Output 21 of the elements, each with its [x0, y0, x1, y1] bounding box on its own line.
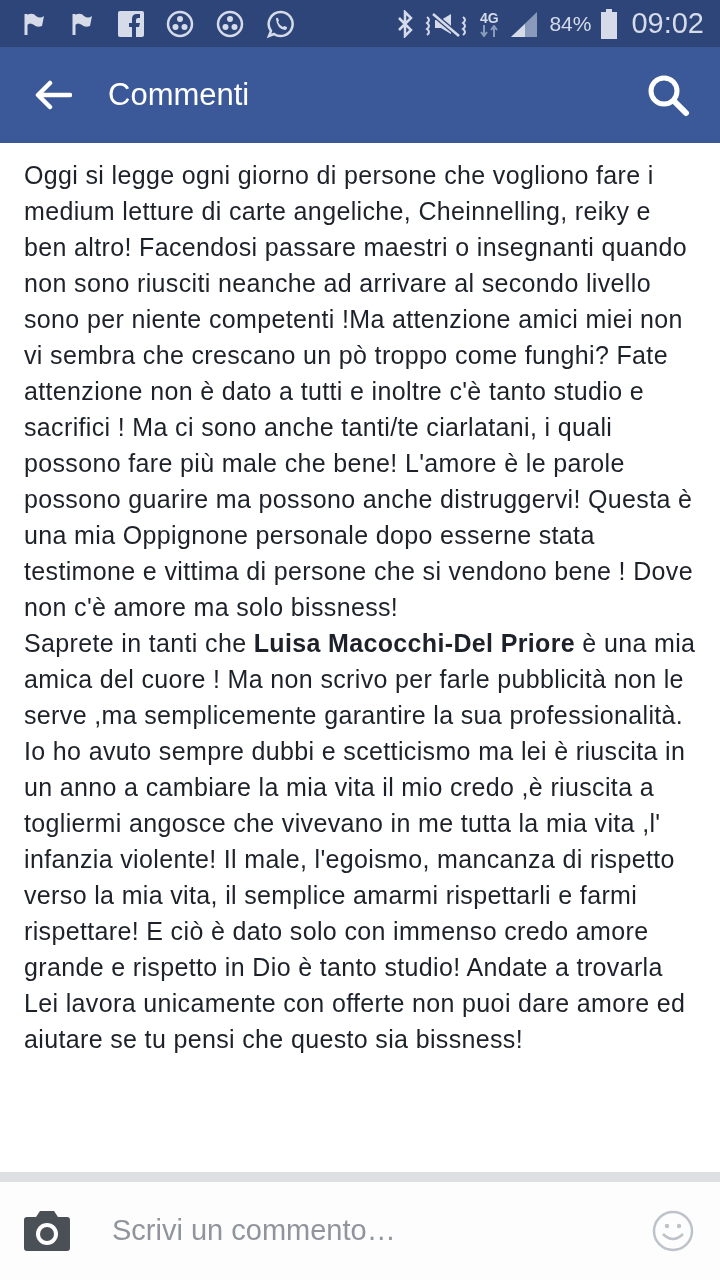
battery-percent-text: 84% — [549, 10, 592, 37]
clock-text: 09:02 — [631, 5, 704, 41]
back-button[interactable] — [34, 80, 72, 110]
camera-button[interactable] — [22, 1210, 72, 1252]
comment-text: Saprete in tanti che Luisa Macocchi-Del Priore è una mia amica del cuore ! Ma non scrivo per farle pubblicità non le serve ,ma semplicemente garantire la sua professionalità. Io ho avuto sempre dubbi e scetticismo ma lei è riuscita in un anno a cambiare la mia vita il mio credo ,è riuscita a togliermi angosce che vivevano in me tutta la mia vita ,l' infanzia violente! Il male, l'egoismo, mancanza di rispetto verso la mia vita, il semplice amarmi rispettarli e farmi rispettare! E ciò è dato solo con immenso credo amore grande e rispetto in Dio è tanto studio! Andate a trovarla Lei lavora unicamente con offerte non puoi dare amore ed aiutare se tu pensi che questo sia bissness! — [24, 628, 697, 1055]
network-type-text: 4G — [480, 10, 499, 25]
phone-chat-icon — [266, 8, 296, 39]
comment-input-field[interactable]: Scrivi un commento… — [110, 1208, 652, 1254]
app-icon — [216, 9, 244, 38]
back-arrow-icon — [34, 80, 72, 110]
screen-title: Commenti — [108, 75, 250, 114]
facebook-icon — [118, 10, 144, 37]
signal-icon — [509, 9, 540, 38]
smiley-icon — [652, 1210, 694, 1252]
search-icon — [646, 73, 690, 117]
search-button[interactable] — [646, 73, 690, 117]
comment-text: Oggi si legge ogni giorno di persone che vogliono fare i medium letture di carte angeliche, Cheinnelling, reiky e ben altro! Facendosi passare maestri o insegnanti quando non sono riusciti neanche ad arrivare al secondo livello sono per niente competenti !Ma attenzione amici miei non vi sembra che crescano un pò troppo come funghi? Fate attenzione non è dato a tutti e inoltre c'è tanto studio e sacrifici ! Ma ci sono anche tanti/te ciarlatani, i quali possono fare più male che bene! L'amore è le parole possono guarire ma possono anche distruggervi! Questa è una mia Oppignone personale dopo esserne stata testimone e vittima di persone che si vendono bene ! Dove non c'è amore ma solo bissness! — [24, 160, 694, 623]
camera-icon — [22, 1210, 72, 1252]
battery-icon — [601, 8, 618, 39]
app-icon — [166, 9, 194, 38]
data-arrows-icon — [479, 24, 500, 37]
